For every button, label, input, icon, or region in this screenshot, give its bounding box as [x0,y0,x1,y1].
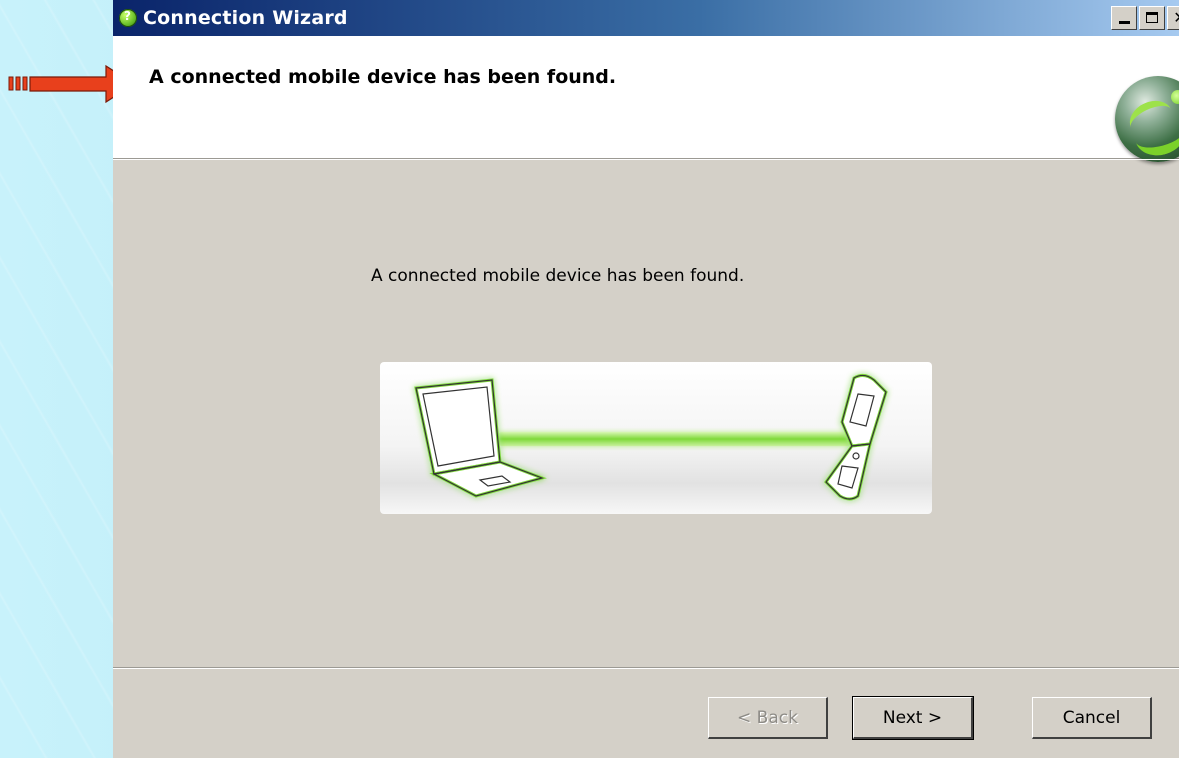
connection-illustration [380,362,932,514]
cancel-button[interactable]: Cancel [1032,697,1152,739]
minimize-button[interactable] [1111,6,1137,30]
window-title: Connection Wizard [143,7,348,29]
maximize-icon [1146,12,1158,23]
header-title: A connected mobile device has been found… [149,66,617,88]
close-icon: ✕ [1173,8,1179,27]
close-button[interactable]: ✕ [1167,6,1179,30]
logo-dot [1171,90,1179,104]
connection-beam [498,432,856,446]
title-bar[interactable]: Connection Wizard ✕ [113,0,1179,36]
connection-wizard-window: Connection Wizard ✕ A connected mobile d… [113,0,1179,758]
sony-ericsson-logo-icon [1115,76,1179,162]
wizard-header: A connected mobile device has been found… [113,36,1179,162]
status-message: A connected mobile device has been found… [371,266,745,286]
minimize-icon [1119,21,1130,24]
window-controls: ✕ [1111,6,1179,30]
wizard-help-icon [119,9,137,27]
maximize-button[interactable] [1139,6,1165,30]
next-button[interactable]: Next > [852,696,974,740]
slide-background [0,0,115,758]
back-button[interactable]: < Back [708,697,828,739]
footer-divider-highlight [113,668,1179,669]
